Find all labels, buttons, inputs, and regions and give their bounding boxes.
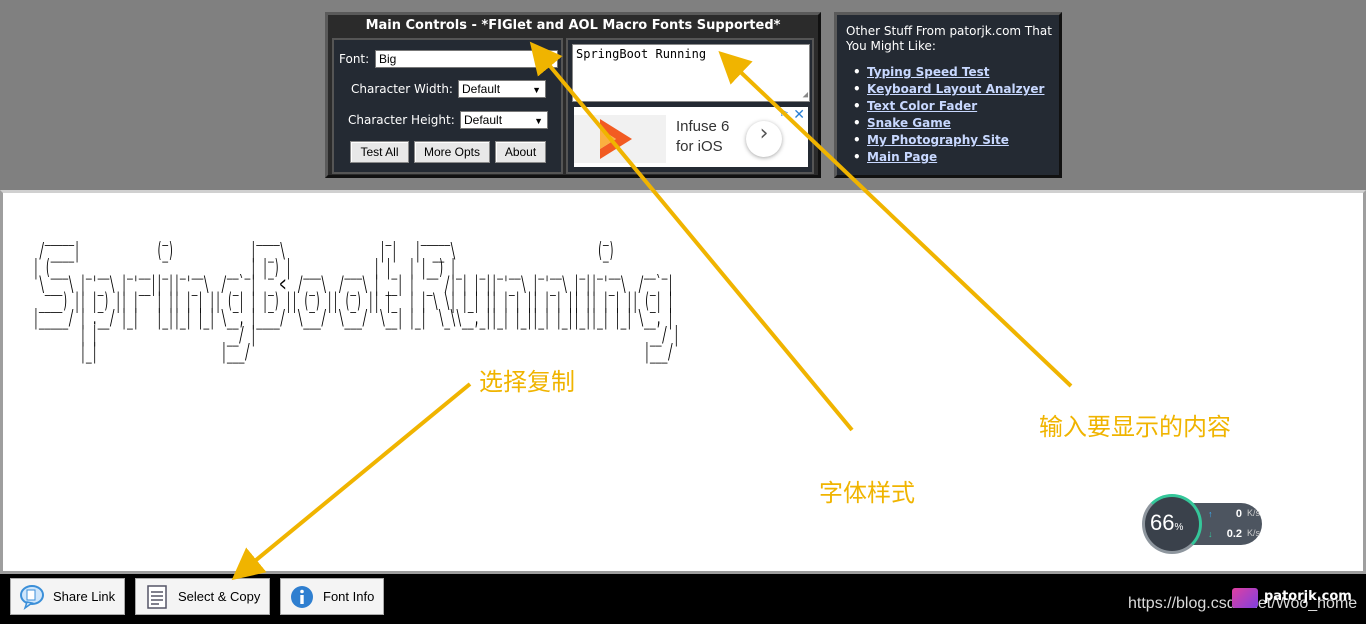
speech-bubble-icon xyxy=(20,585,44,610)
about-button[interactable]: About xyxy=(495,141,546,163)
other-stuff-list: Typing Speed Test Keyboard Layout Analzy… xyxy=(851,64,1044,166)
char-width-value: Default xyxy=(462,82,501,96)
select-copy-button[interactable]: Select & Copy xyxy=(135,578,270,615)
char-height-label: Character Height: xyxy=(348,113,455,127)
list-item: My Photography Site xyxy=(851,132,1044,149)
ad-text: Infuse 6 for iOS xyxy=(676,117,729,157)
font-info-button[interactable]: Font Info xyxy=(280,578,384,615)
text-input[interactable]: SpringBoot Running ◢ xyxy=(572,44,810,102)
upload-unit: K/s xyxy=(1246,508,1260,518)
main-controls-title: Main Controls - *FIGlet and AOL Macro Fo… xyxy=(365,18,781,33)
char-width-label: Character Width: xyxy=(351,82,453,96)
infuse-logo-icon xyxy=(574,115,666,163)
text-input-value: SpringBoot Running xyxy=(576,47,707,61)
annotation-input-content: 输入要显示的内容 xyxy=(1039,413,1231,441)
link-text-color-fader[interactable]: Text Color Fader xyxy=(867,99,977,113)
resize-grip-icon[interactable]: ◢ xyxy=(803,90,808,100)
patorjk-logo-icon xyxy=(1232,588,1258,608)
bottom-toolbar: Share Link Select & Copy Font Info https… xyxy=(0,574,1366,624)
info-icon xyxy=(291,586,313,608)
annotation-font-style: 字体样式 xyxy=(819,479,915,507)
list-item: Typing Speed Test xyxy=(851,64,1044,81)
link-main-page[interactable]: Main Page xyxy=(867,150,937,164)
download-unit: K/s xyxy=(1246,528,1260,538)
dropdown-arrow-icon: ▼ xyxy=(544,55,553,65)
speed-percent-value: 66 xyxy=(1150,510,1175,535)
ad-line-2: for iOS xyxy=(676,138,723,155)
download-value: 0.2 xyxy=(1226,528,1242,540)
ad-close-icon[interactable]: ✕ xyxy=(793,107,805,123)
upload-value: 0 xyxy=(1235,508,1242,520)
controls-right-section: SpringBoot Running ◢ Infuse 6 for iOS › … xyxy=(566,38,814,174)
link-photography-site[interactable]: My Photography Site xyxy=(867,133,1009,147)
document-icon xyxy=(147,585,167,609)
select-copy-label: Select & Copy xyxy=(178,589,261,604)
patorjk-site-name[interactable]: patorjk.com xyxy=(1264,589,1352,604)
list-item: Main Page xyxy=(851,149,1044,166)
upload-speed: ↑ 0 K/s xyxy=(1208,508,1260,520)
char-height-select[interactable]: Default ▼ xyxy=(460,111,548,129)
main-controls-panel: Main Controls - *FIGlet and AOL Macro Fo… xyxy=(325,12,821,178)
char-width-select[interactable]: Default ▼ xyxy=(458,80,546,98)
list-item: Keyboard Layout Analzyer xyxy=(851,81,1044,98)
test-all-button[interactable]: Test All xyxy=(350,141,409,163)
download-arrow-icon: ↓ xyxy=(1208,529,1213,539)
ad-next-button[interactable]: › xyxy=(746,121,782,157)
speed-percent-sign: % xyxy=(1174,522,1184,533)
link-keyboard-layout-analyzer[interactable]: Keyboard Layout Analzyer xyxy=(867,82,1044,96)
share-link-button[interactable]: Share Link xyxy=(10,578,125,615)
other-stuff-panel: Other Stuff From patorjk.com That You Mi… xyxy=(834,12,1062,178)
dropdown-arrow-icon: ▼ xyxy=(532,85,541,95)
ad-info-icon[interactable]: ▷ xyxy=(781,108,788,118)
dropdown-arrow-icon: ▼ xyxy=(534,116,543,126)
font-label: Font: xyxy=(339,52,370,66)
link-snake-game[interactable]: Snake Game xyxy=(867,116,951,130)
speed-percent: 66% xyxy=(1150,510,1183,536)
download-speed: ↓ 0.2 K/s xyxy=(1208,528,1260,540)
share-link-label: Share Link xyxy=(53,589,116,604)
char-height-value: Default xyxy=(464,113,503,127)
annotation-select-copy: 选择复制 xyxy=(479,368,575,396)
more-opts-button[interactable]: More Opts xyxy=(414,141,490,163)
ascii-art-output[interactable]: _____ _ ____ _ _____ _ / ____| (_) | _ \… xyxy=(33,223,697,362)
upload-arrow-icon: ↑ xyxy=(1208,509,1213,519)
other-stuff-heading: Other Stuff From patorjk.com That You Mi… xyxy=(846,24,1052,53)
controls-left-section: Font: Big ▼ Character Width: Default ▼ C… xyxy=(332,38,563,174)
list-item: Snake Game xyxy=(851,115,1044,132)
font-info-label: Font Info xyxy=(323,589,375,604)
font-select[interactable]: Big ▼ xyxy=(375,50,558,68)
link-typing-speed-test[interactable]: Typing Speed Test xyxy=(867,65,989,79)
font-select-value: Big xyxy=(379,52,397,66)
ad-line-1: Infuse 6 xyxy=(676,118,730,135)
list-item: Text Color Fader xyxy=(851,98,1044,115)
ad-banner[interactable]: Infuse 6 for iOS › ▷ ✕ xyxy=(574,107,808,167)
network-speed-widget: 66% ↑ 0 K/s ↓ 0.2 K/s xyxy=(1142,494,1262,554)
